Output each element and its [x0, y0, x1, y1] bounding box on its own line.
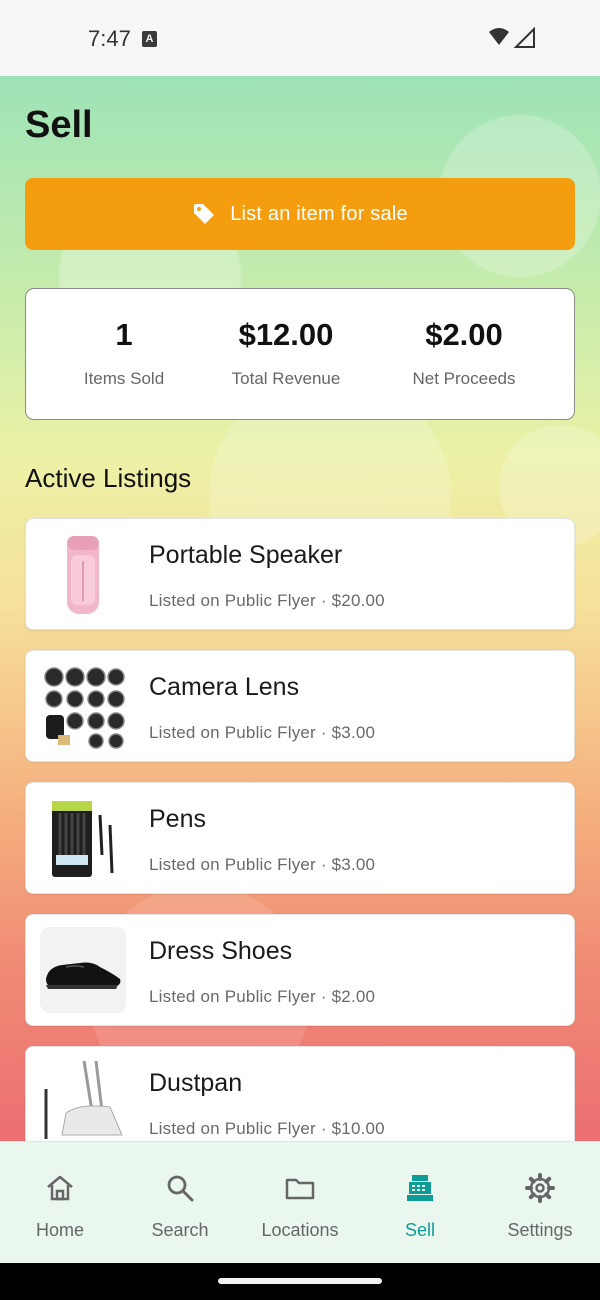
active-listings-heading: Active Listings — [25, 463, 192, 493]
page-title: Sell — [25, 104, 93, 146]
nav-label: Locations — [261, 1220, 339, 1240]
pens-image — [40, 795, 126, 881]
home-gesture-bar[interactable] — [218, 1278, 382, 1284]
cash-register-icon — [407, 1175, 433, 1201]
stat-label: Net Proceeds — [412, 369, 516, 388]
stat-value: 1 — [115, 317, 133, 352]
nav-locations[interactable]: Locations — [240, 1142, 360, 1264]
status-bar: 7:47 A — [0, 0, 600, 76]
nav-label: Settings — [507, 1220, 573, 1240]
listing-card[interactable]: Dress Shoes Listed on Public Flyer · $2.… — [25, 914, 575, 1026]
listing-title: Pens — [149, 805, 206, 833]
stat-label: Items Sold — [83, 369, 165, 388]
listing-subtitle: Listed on Public Flyer · $10.00 — [149, 1119, 385, 1138]
list-item-for-sale-button[interactable]: List an item for sale — [25, 178, 575, 250]
listing-subtitle: Listed on Public Flyer · $20.00 — [149, 591, 385, 610]
listing-subtitle: Listed on Public Flyer · $3.00 — [149, 855, 376, 874]
camera-lens-image — [40, 663, 126, 749]
listing-subtitle: Listed on Public Flyer · $2.00 — [149, 987, 376, 1006]
listing-card[interactable]: Pens Listed on Public Flyer · $3.00 — [25, 782, 575, 894]
dress-shoe-image — [40, 927, 126, 1013]
stat-label: Total Revenue — [231, 369, 341, 388]
gear-icon — [525, 1173, 555, 1203]
nav-home[interactable]: Home — [0, 1142, 120, 1264]
listing-subtitle: Listed on Public Flyer · $3.00 — [149, 723, 376, 742]
main-content[interactable]: Sell List an item for sale 1 Items Sold … — [0, 76, 600, 1141]
status-time: 7:47 — [88, 26, 131, 51]
listing-title: Dustpan — [149, 1069, 243, 1097]
stat-total-revenue: $12.00 Total Revenue — [211, 289, 361, 421]
stat-items-sold: 1 Items Sold — [49, 289, 199, 421]
listing-card[interactable]: Portable Speaker Listed on Public Flyer … — [25, 518, 575, 630]
listing-title: Camera Lens — [149, 673, 300, 701]
nav-settings[interactable]: Settings — [480, 1142, 600, 1264]
listing-card[interactable]: Camera Lens Listed on Public Flyer · $3.… — [25, 650, 575, 762]
stat-value: $2.00 — [425, 317, 503, 352]
listing-title: Dress Shoes — [149, 937, 293, 965]
listing-title: Portable Speaker — [149, 541, 343, 569]
nav-label: Sell — [404, 1220, 435, 1240]
nav-sell[interactable]: Sell — [360, 1142, 480, 1264]
sales-summary-card: 1 Items Sold $12.00 Total Revenue $2.00 … — [25, 288, 575, 420]
home-icon — [47, 1175, 73, 1201]
nav-search[interactable]: Search — [120, 1142, 240, 1264]
bottom-navigation: Home Search Locations Sell Settings — [0, 1141, 600, 1263]
nav-label: Home — [35, 1220, 84, 1240]
notification-icon: A — [142, 31, 157, 47]
stat-value: $12.00 — [238, 317, 334, 352]
speaker-image — [40, 531, 126, 617]
folder-icon — [285, 1178, 315, 1200]
stat-net-proceeds: $2.00 Net Proceeds — [384, 289, 544, 421]
cta-label: List an item for sale — [230, 202, 408, 225]
search-icon — [167, 1175, 194, 1202]
wifi-signal-icon — [489, 27, 535, 48]
dustpan-image — [40, 1059, 126, 1141]
tag-icon — [194, 204, 215, 224]
gesture-navigation-area — [0, 1263, 600, 1300]
listing-card[interactable]: Dustpan Listed on Public Flyer · $10.00 — [25, 1046, 575, 1141]
nav-label: Search — [151, 1220, 209, 1240]
